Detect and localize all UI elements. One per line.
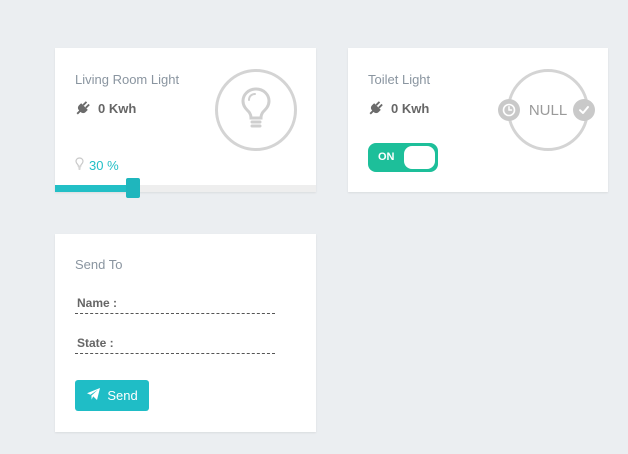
check-icon[interactable]	[573, 99, 595, 121]
bulb-indicator	[215, 69, 297, 151]
name-label: Name :	[77, 296, 118, 310]
bulb-icon	[239, 86, 273, 135]
energy-readout: 0 Kwh	[368, 101, 429, 116]
power-toggle[interactable]: ON	[368, 143, 438, 172]
send-label: Send	[107, 388, 138, 403]
energy-readout: 0 Kwh	[75, 101, 136, 116]
paper-plane-icon	[86, 387, 101, 404]
brightness-value: 30 %	[89, 157, 119, 173]
toggle-knob	[404, 146, 435, 169]
living-room-light-card: Living Room Light 0 Kwh 30 %	[55, 48, 316, 198]
send-to-card: Send To Name : State : Send	[55, 234, 316, 432]
card-title: Toilet Light	[368, 72, 431, 87]
plug-icon	[368, 101, 383, 116]
state-label: State :	[77, 336, 114, 350]
slider-fill	[55, 185, 134, 192]
card-title: Send To	[75, 257, 123, 272]
name-field[interactable]: Name :	[75, 294, 275, 314]
small-bulb-icon	[75, 157, 84, 173]
plug-icon	[75, 101, 90, 116]
toggle-label: ON	[378, 151, 395, 163]
brightness-readout: 30 %	[75, 157, 119, 173]
energy-value: 0 Kwh	[98, 101, 137, 116]
slider-handle[interactable]	[126, 178, 141, 198]
status-text: NULL	[528, 101, 568, 119]
card-title: Living Room Light	[75, 72, 180, 87]
energy-value: 0 Kwh	[391, 101, 430, 116]
state-field[interactable]: State :	[75, 334, 275, 354]
clock-icon[interactable]	[498, 99, 520, 121]
send-button[interactable]: Send	[75, 380, 149, 411]
brightness-slider[interactable]	[55, 178, 316, 198]
toilet-light-card: Toilet Light 0 Kwh ON NULL	[348, 48, 608, 192]
